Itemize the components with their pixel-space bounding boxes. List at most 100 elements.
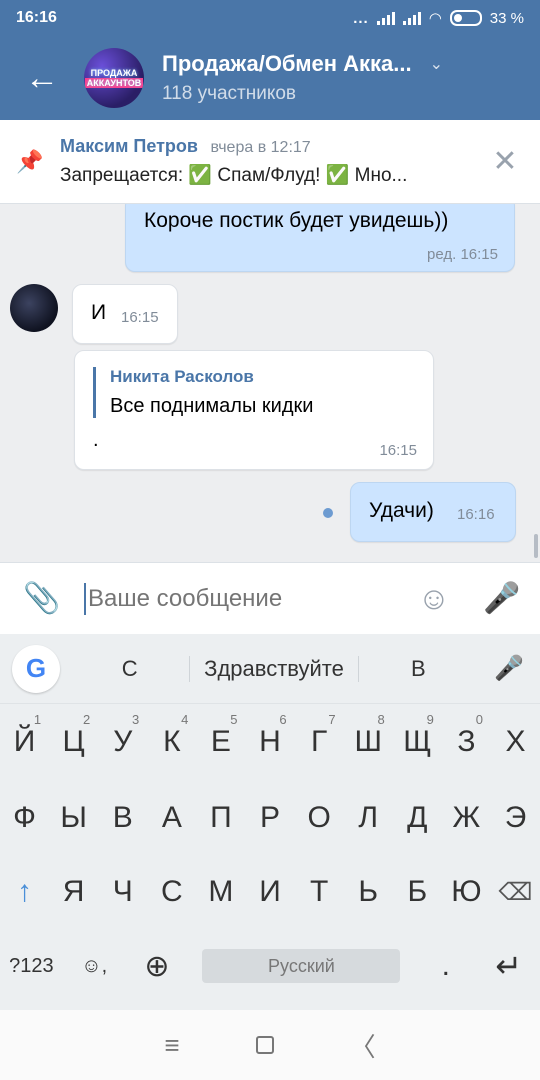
microphone-icon[interactable]: 🎤 xyxy=(464,581,540,616)
key[interactable]: 2Ц xyxy=(49,706,98,778)
key[interactable]: Э xyxy=(491,782,540,854)
close-icon[interactable]: ✕ xyxy=(470,144,540,179)
wifi-icon: ◠ xyxy=(428,10,442,27)
avatar-logo-line1: ПРОДАЖА xyxy=(90,68,138,78)
message-bubble-incoming[interactable]: И 16:15 xyxy=(72,284,178,344)
pinned-author: Максим Петров xyxy=(60,136,198,156)
suggestion-2[interactable]: Здравствуйте xyxy=(189,655,359,682)
suggestion-3[interactable]: В xyxy=(359,656,478,682)
key[interactable]: 8Ш xyxy=(344,706,393,778)
symbols-key[interactable]: ?123 xyxy=(0,930,63,1002)
key[interactable]: Ф xyxy=(0,782,49,854)
key[interactable]: В xyxy=(98,782,147,854)
key[interactable]: Ь xyxy=(344,856,393,928)
nav-back-icon[interactable]: 〈 xyxy=(350,1027,376,1064)
suggestion-1[interactable]: С xyxy=(70,656,189,682)
status-icons: ... ◠ 33 % xyxy=(353,9,524,28)
key[interactable]: Ю xyxy=(442,856,491,928)
shift-icon[interactable]: ↑ xyxy=(0,856,49,928)
chat-avatar[interactable]: ПРОДАЖА АККАУНТОВ xyxy=(84,48,144,108)
key[interactable]: 1Й xyxy=(0,706,49,778)
key[interactable]: 6Н xyxy=(245,706,294,778)
key[interactable]: 9Щ xyxy=(393,706,442,778)
reply-quote[interactable]: Никита Расколов Все поднималы кидки xyxy=(93,367,313,418)
status-time: 16:16 xyxy=(16,9,57,26)
key[interactable]: 7Г xyxy=(295,706,344,778)
key-row-3: ↑ Я Ч С М И Т Ь Б Ю ⌫ xyxy=(0,856,540,928)
member-count: 118 участников xyxy=(162,83,297,104)
key[interactable]: С xyxy=(147,856,196,928)
key[interactable]: Д xyxy=(393,782,442,854)
key[interactable]: 0З xyxy=(442,706,491,778)
message-list[interactable]: Короче постик будет увидешь)) ред. 16:15… xyxy=(0,204,540,562)
globe-icon[interactable]: ⊕ xyxy=(126,930,189,1002)
key-row-2: Ф Ы В А П Р О Л Д Ж Э xyxy=(0,782,540,854)
enter-icon[interactable]: ↵ xyxy=(477,930,540,1002)
paperclip-icon[interactable]: 📎 xyxy=(0,581,84,616)
message-bubble-outgoing[interactable]: Короче постик будет увидешь)) ред. 16:15 xyxy=(125,204,515,272)
suggestion-bar: G С Здравствуйте В 🎤 xyxy=(0,634,540,704)
avatar-logo-line2: АККАУНТОВ xyxy=(84,78,144,88)
message-text: . xyxy=(93,429,99,451)
message-time: ред. 16:15 xyxy=(427,246,498,263)
message-text: Удачи) xyxy=(369,499,434,522)
reply-author: Никита Расколов xyxy=(110,367,254,386)
unread-dot-icon xyxy=(323,508,333,518)
key[interactable]: И xyxy=(245,856,294,928)
key[interactable]: О xyxy=(295,782,344,854)
menu-icon[interactable]: ≡ xyxy=(164,1030,179,1061)
key[interactable]: Р xyxy=(245,782,294,854)
key[interactable]: Ж xyxy=(442,782,491,854)
battery-percent: 33 % xyxy=(489,9,524,27)
home-square-icon[interactable] xyxy=(255,1036,274,1054)
system-nav-bar: ≡ 〈 xyxy=(0,1010,540,1080)
pinned-message[interactable]: 📌 Максим Петров вчера в 12:17 Запрещаетс… xyxy=(0,120,540,204)
key[interactable]: 3У xyxy=(98,706,147,778)
pinned-text: Запрещается: ✅ Спам/Флуд! ✅ Мно... xyxy=(60,165,408,186)
key[interactable]: 4К xyxy=(147,706,196,778)
message-time: 16:15 xyxy=(379,442,417,459)
back-arrow-icon[interactable]: ← xyxy=(0,36,84,120)
key[interactable]: А xyxy=(147,782,196,854)
notification-dots-icon: ... xyxy=(353,9,369,27)
message-time: 16:16 xyxy=(457,506,495,523)
status-bar: 16:16 ... ◠ 33 % xyxy=(0,0,540,36)
chat-title-block[interactable]: Продажа/Обмен Акка... ⌄ 118 участников xyxy=(162,51,443,105)
key[interactable]: Х xyxy=(491,706,540,778)
chat-header: ← ПРОДАЖА АККАУНТОВ Продажа/Обмен Акка..… xyxy=(0,36,540,120)
key[interactable]: Б xyxy=(393,856,442,928)
sender-avatar[interactable] xyxy=(10,284,58,332)
pinned-time: вчера в 12:17 xyxy=(210,139,311,156)
period-key[interactable]: . xyxy=(414,930,477,1002)
battery-icon xyxy=(449,10,482,26)
message-text: И xyxy=(91,301,107,324)
key[interactable]: Л xyxy=(344,782,393,854)
key[interactable]: Ы xyxy=(49,782,98,854)
message-input[interactable] xyxy=(84,582,404,615)
message-bubble-incoming-reply[interactable]: Никита Расколов Все поднималы кидки . 16… xyxy=(74,350,434,470)
key[interactable]: М xyxy=(196,856,245,928)
key[interactable]: П xyxy=(196,782,245,854)
message-text: Короче постик будет увидешь)) xyxy=(144,209,449,232)
emoji-icon[interactable]: ☺ xyxy=(404,580,464,617)
message-bubble-outgoing[interactable]: Удачи) 16:16 xyxy=(350,482,516,542)
space-bar[interactable]: Русский xyxy=(188,930,414,1002)
voice-input-icon[interactable]: 🎤 xyxy=(478,654,540,683)
scrollbar[interactable] xyxy=(534,534,538,558)
chat-title: Продажа/Обмен Акка... xyxy=(162,51,412,76)
message-time: 16:15 xyxy=(121,309,159,326)
signal-2-icon xyxy=(402,11,421,25)
signal-icon xyxy=(376,11,395,25)
message-input-bar: 📎 ☺ 🎤 xyxy=(0,562,540,634)
chevron-down-icon: ⌄ xyxy=(429,56,444,73)
key-row-1: 1Й 2Ц 3У 4К 5Е 6Н 7Г 8Ш 9Щ 0З Х xyxy=(0,706,540,778)
emoji-comma-key[interactable]: ☺, xyxy=(63,930,126,1002)
key[interactable]: Я xyxy=(49,856,98,928)
google-icon[interactable]: G xyxy=(12,644,60,693)
key[interactable]: Ч xyxy=(98,856,147,928)
space-label: Русский xyxy=(202,949,401,983)
key[interactable]: Т xyxy=(295,856,344,928)
key-row-4: ?123 ☺, ⊕ Русский . ↵ xyxy=(0,930,540,1002)
key[interactable]: 5Е xyxy=(196,706,245,778)
backspace-icon[interactable]: ⌫ xyxy=(491,856,540,928)
